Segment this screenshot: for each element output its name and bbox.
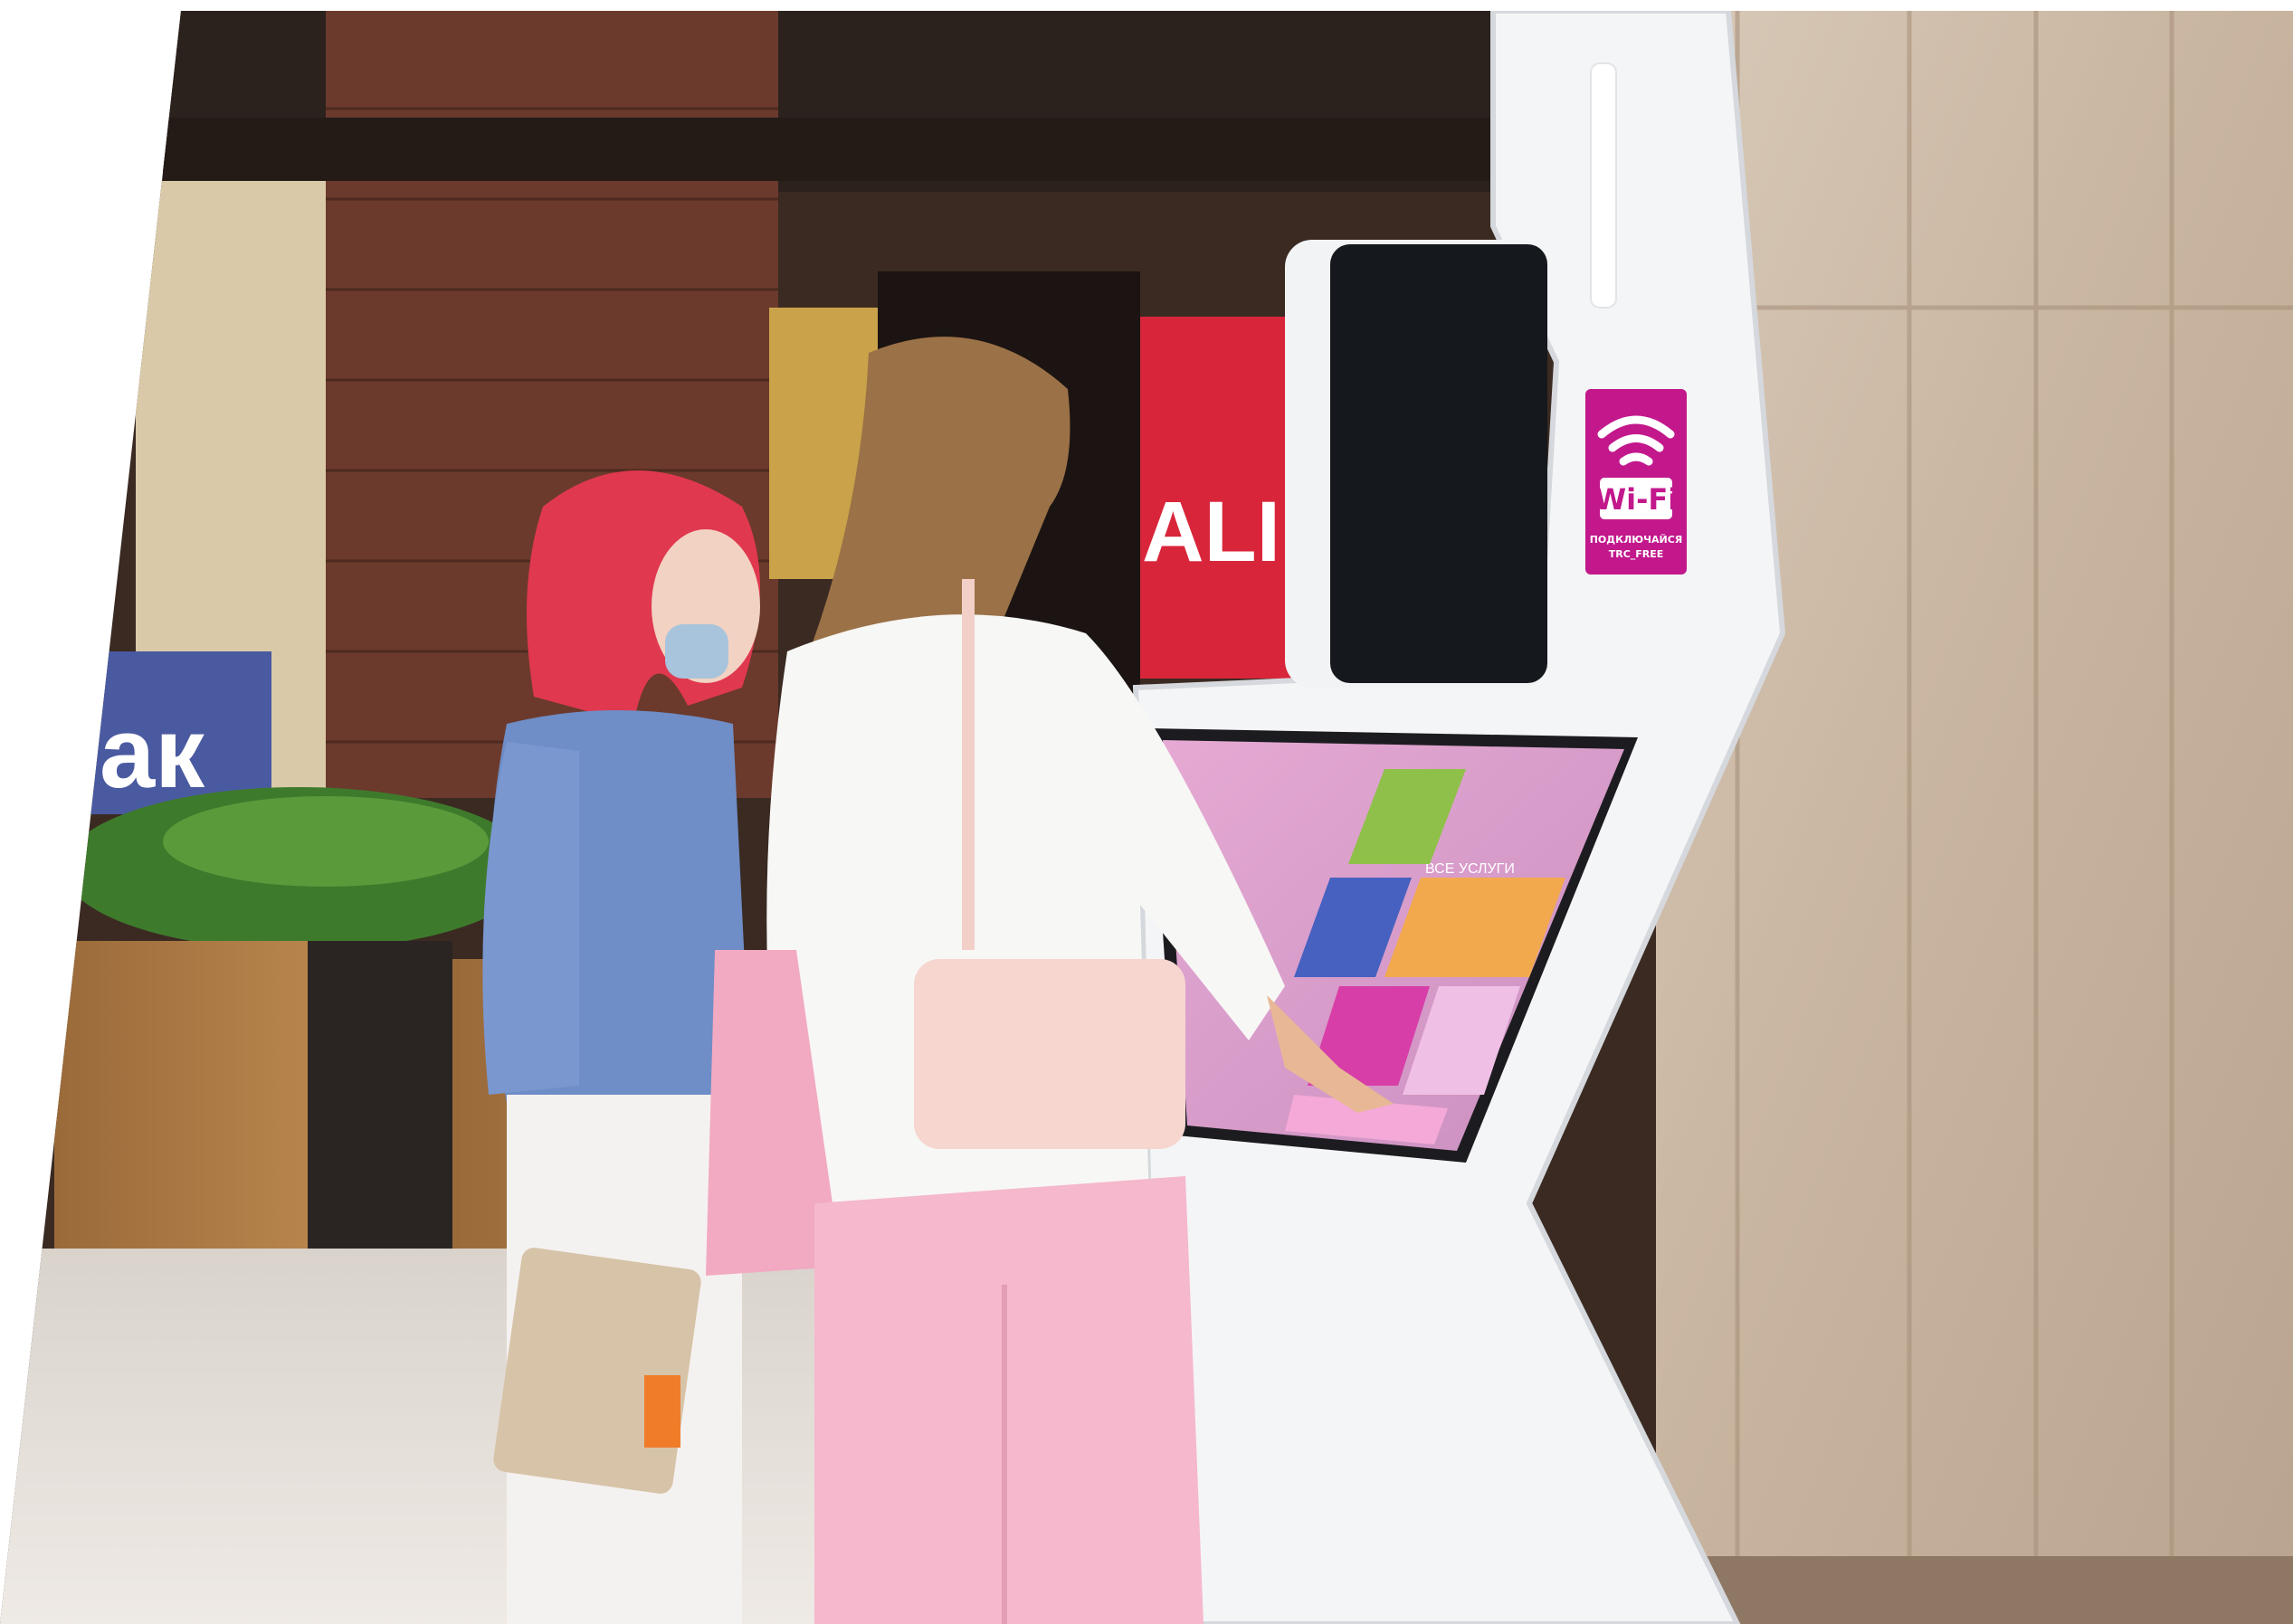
pink-handbag: [914, 959, 1185, 1149]
wifi-line1: ПОДКЛЮЧАЙСЯ: [1590, 534, 1683, 546]
beige-bag: [493, 1248, 701, 1494]
store-sign-text: ак: [100, 698, 205, 809]
face-mask: [665, 624, 728, 679]
marble-column: [1656, 11, 2293, 1624]
wifi-sign: Wi-Fi ПОДКЛЮЧАЙСЯ TRC_FREE: [1585, 389, 1687, 575]
column-base: [1656, 1556, 2293, 1624]
photo: ак ALI Wi-Fi ПОДКЛЮЧАЙСЯ TRC_FREE ВСЕ УС…: [0, 11, 2293, 1624]
planter-left: [54, 941, 308, 1267]
planter-mid: [308, 941, 452, 1276]
kiosk-screen-header: ВСЕ УСЛУГИ: [1425, 861, 1515, 877]
blue-sleeve: [482, 742, 579, 1095]
beam-dark: [163, 118, 1520, 181]
price-tag: [644, 1375, 680, 1448]
plants-highlight: [163, 796, 489, 887]
kiosk-top-screen: [1330, 244, 1547, 683]
pink-pants: [814, 1176, 1204, 1624]
window-sign-text: ALI: [1142, 484, 1280, 580]
wifi-line2: TRC_FREE: [1609, 548, 1664, 560]
kiosk-light-strip: [1590, 62, 1617, 309]
wifi-label: Wi-Fi: [1594, 482, 1678, 517]
photo-scene: ак ALI Wi-Fi ПОДКЛЮЧАЙСЯ TRC_FREE ВСЕ УС…: [0, 11, 2293, 1624]
